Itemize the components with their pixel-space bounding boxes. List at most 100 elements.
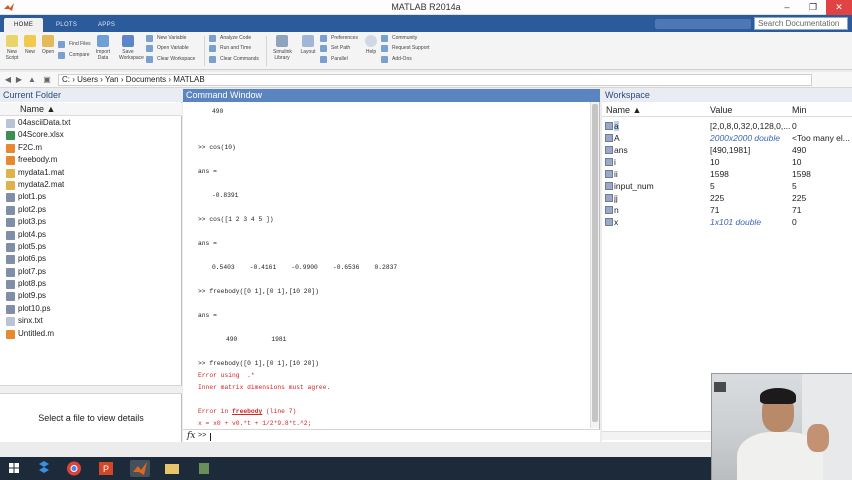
- command-prompt[interactable]: fx >>: [183, 429, 600, 442]
- save-workspace-button[interactable]: Save Workspace: [119, 35, 144, 61]
- chrome-icon[interactable]: [64, 460, 84, 477]
- workspace-variable-row[interactable]: ans [490,1981] 490: [602, 144, 852, 156]
- workspace-title: Workspace: [602, 89, 852, 102]
- app-icon[interactable]: [194, 460, 214, 477]
- workspace-variable-row[interactable]: x 1x101 double 0: [602, 216, 852, 228]
- set-path-button[interactable]: Set Path: [320, 44, 350, 53]
- quick-access-toolbar[interactable]: [655, 19, 751, 29]
- preferences-button[interactable]: Preferences: [320, 34, 358, 43]
- file-item[interactable]: plot9.ps: [0, 290, 182, 302]
- error-file-link[interactable]: freebody: [232, 408, 262, 415]
- maximize-button[interactable]: ❐: [800, 0, 826, 15]
- file-item[interactable]: mydata2.mat: [0, 179, 182, 191]
- file-item[interactable]: plot5.ps: [0, 241, 182, 253]
- function-browser-icon[interactable]: fx: [187, 430, 195, 443]
- simulink-library-button[interactable]: Simulink Library: [273, 35, 292, 61]
- browse-folder-icon[interactable]: ▣: [42, 74, 52, 85]
- open-variable-button[interactable]: Open Variable: [146, 44, 189, 53]
- file-item[interactable]: plot8.ps: [0, 278, 182, 290]
- file-item[interactable]: plot3.ps: [0, 216, 182, 228]
- variable-min: 5: [792, 181, 797, 191]
- error-line-ref[interactable]: (line 7): [262, 408, 296, 415]
- compare-button[interactable]: Compare: [58, 51, 90, 60]
- help-button[interactable]: Help: [362, 35, 380, 55]
- file-item[interactable]: mydata1.mat: [0, 167, 182, 179]
- new-script-button[interactable]: New Script: [3, 35, 21, 61]
- analyze-code-button[interactable]: Analyze Code: [209, 34, 251, 43]
- add-ons-button[interactable]: Add-Ons: [381, 55, 412, 64]
- variable-name: jj: [614, 193, 618, 203]
- back-arrow-icon[interactable]: ◀: [3, 74, 13, 85]
- tab-apps[interactable]: APPS: [88, 18, 125, 32]
- tab-home[interactable]: HOME: [4, 18, 44, 32]
- parallel-button[interactable]: Parallel: [320, 55, 348, 64]
- forward-arrow-icon[interactable]: ▶: [14, 74, 24, 85]
- close-button[interactable]: ✕: [826, 0, 852, 15]
- open-button[interactable]: Open: [39, 35, 57, 55]
- workspace-variable-row[interactable]: a [2,0,8,0,32,0,128,0,... 0: [602, 120, 852, 132]
- name-column-header[interactable]: Name ▲: [0, 103, 182, 116]
- file-name: plot10.ps: [18, 303, 51, 313]
- community-button[interactable]: Community: [381, 34, 417, 43]
- file-item[interactable]: plot10.ps: [0, 303, 182, 315]
- clear-commands-button[interactable]: Clear Commands: [209, 55, 259, 64]
- workspace-variable-row[interactable]: input_num 5 5: [602, 180, 852, 192]
- new-variable-button[interactable]: New Variable: [146, 34, 186, 43]
- variable-min: 490: [792, 145, 807, 155]
- command-window-title: Command Window: [183, 89, 600, 102]
- workspace-variable-row[interactable]: i 10 10: [602, 156, 852, 168]
- file-ps-icon: [6, 218, 15, 228]
- clear-workspace-button[interactable]: Clear Workspace: [146, 55, 195, 64]
- command-output-line: -0.8391: [212, 192, 239, 199]
- help-icon: [365, 35, 377, 47]
- file-item[interactable]: plot7.ps: [0, 266, 182, 278]
- file-item[interactable]: freebody.m: [0, 154, 182, 166]
- file-item[interactable]: plot6.ps: [0, 253, 182, 265]
- current-folder-path[interactable]: C: › Users › Yan › Documents › MATLAB: [58, 74, 812, 86]
- explorer-icon[interactable]: [162, 460, 182, 477]
- workspace-variable-row[interactable]: jj 225 225: [602, 192, 852, 204]
- file-item[interactable]: F2C.m: [0, 142, 182, 154]
- vertical-scrollbar[interactable]: [590, 102, 599, 428]
- file-item[interactable]: sinx.txt: [0, 315, 182, 327]
- file-item[interactable]: Untitled.m: [0, 328, 182, 340]
- file-item[interactable]: plot2.ps: [0, 204, 182, 216]
- scrollbar-thumb[interactable]: [592, 104, 598, 422]
- file-name: plot8.ps: [18, 279, 47, 289]
- variable-value: [490,1981]: [710, 145, 751, 155]
- command-output-line: 0.5403 -0.4161 -0.9900 -0.6536 0.2837: [212, 264, 398, 271]
- workspace-variable-row[interactable]: A 2000x2000 double <Too many el...: [602, 132, 852, 144]
- file-item[interactable]: plot4.ps: [0, 229, 182, 241]
- file-name: plot6.ps: [18, 254, 47, 264]
- start-button[interactable]: [4, 460, 24, 477]
- error-message-line: Inner matrix dimensions must agree.: [198, 384, 331, 391]
- run-and-time-button[interactable]: Run and Time: [209, 44, 251, 53]
- minimize-button[interactable]: –: [774, 0, 800, 15]
- file-item[interactable]: plot1.ps: [0, 191, 182, 203]
- folder-up-icon[interactable]: ▲: [27, 74, 37, 85]
- powerpoint-icon[interactable]: P: [96, 460, 116, 477]
- workspace-variable-row[interactable]: n 71 71: [602, 204, 852, 216]
- name-column-header[interactable]: Name ▲: [606, 104, 641, 117]
- variable-min: <Too many el...: [792, 133, 850, 143]
- matlab-taskbar-icon[interactable]: [130, 460, 150, 477]
- dropbox-icon[interactable]: [34, 460, 54, 477]
- value-column-header[interactable]: Value: [710, 104, 732, 117]
- file-name: freebody.m: [18, 155, 58, 165]
- file-item[interactable]: 04asciiData.txt: [0, 117, 182, 129]
- file-item[interactable]: 04Score.xlsx: [0, 129, 182, 141]
- address-bar: ◀ ▶ ▲ ▣ C: › Users › Yan › Documents › M…: [0, 72, 852, 88]
- layout-icon: [302, 35, 314, 47]
- command-output-line: ans =: [198, 240, 217, 247]
- search-documentation-input[interactable]: Search Documentation: [754, 17, 848, 30]
- min-column-header[interactable]: Min: [792, 104, 807, 117]
- variable-min: 0: [792, 121, 797, 131]
- new-button[interactable]: New: [21, 35, 39, 55]
- layout-button[interactable]: Layout: [299, 35, 317, 55]
- details-splitter[interactable]: [0, 385, 182, 394]
- workspace-variable-row[interactable]: ii 1598 1598: [602, 168, 852, 180]
- request-support-button[interactable]: Request Support: [381, 44, 430, 53]
- import-data-button[interactable]: Import Data: [94, 35, 112, 61]
- tab-plots[interactable]: PLOTS: [46, 18, 87, 32]
- find-files-button[interactable]: Find Files: [58, 40, 91, 49]
